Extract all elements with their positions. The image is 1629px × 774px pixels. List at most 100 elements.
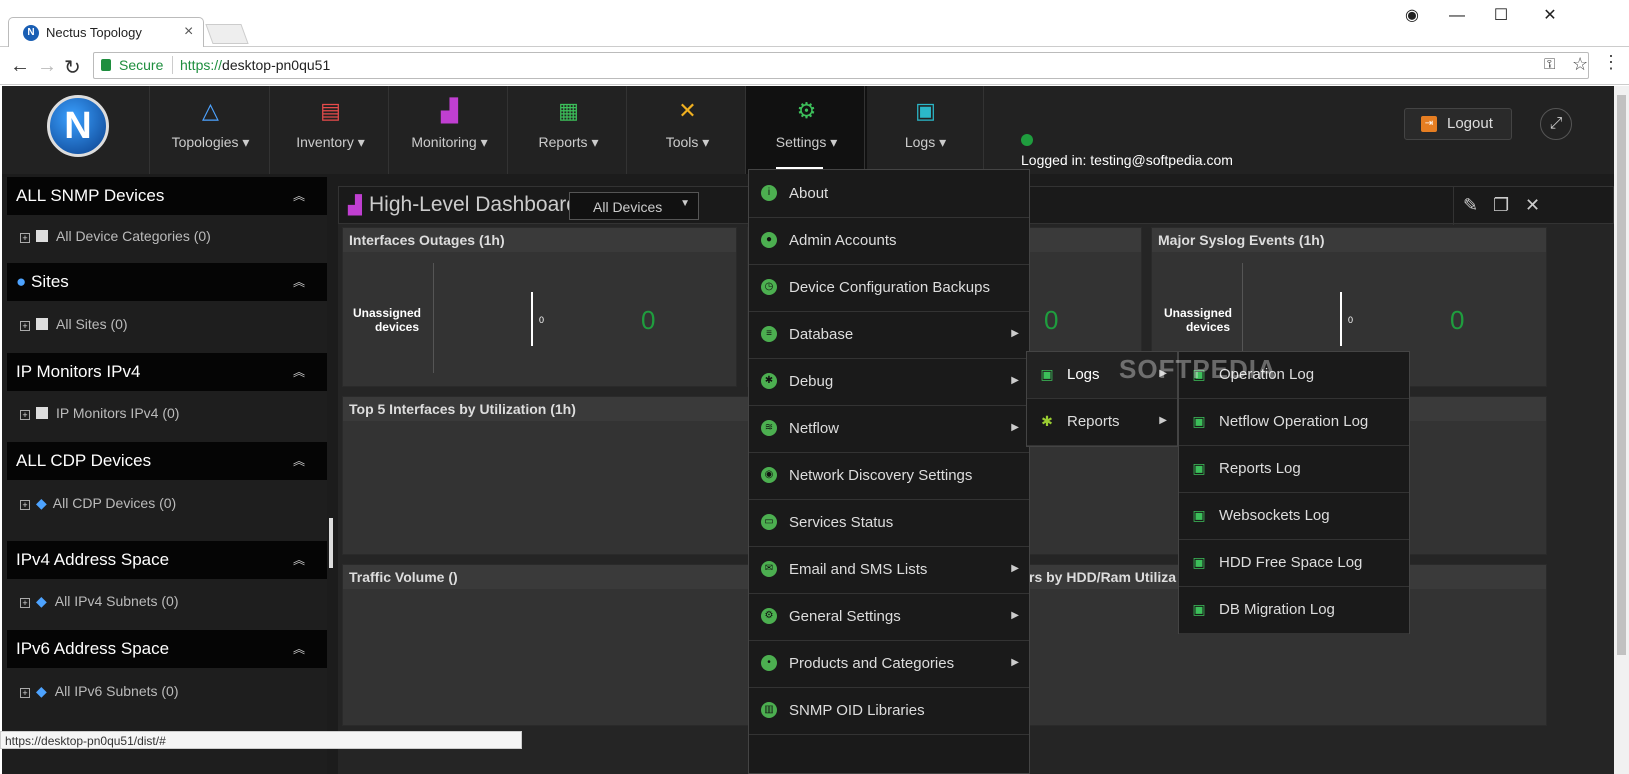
nav-reports[interactable]: ▦ Reports ▾ bbox=[507, 86, 629, 174]
sidebar-section-snmp[interactable]: ALL SNMP Devices ︽ bbox=[7, 177, 327, 215]
settings-menu-item[interactable]: ▭ Services Status bbox=[749, 500, 1029, 547]
sidebar-item-ipv6[interactable]: + ◆ All IPv6 Subnets (0) bbox=[20, 683, 179, 700]
sidebar-section-ipv4[interactable]: IPv4 Address Space ︽ bbox=[7, 541, 327, 579]
menu-label: Debug bbox=[789, 373, 834, 390]
nav-inventory[interactable]: ▤ Inventory ▾ bbox=[269, 86, 391, 174]
logs-submenu: ▣ Operation Log ▣ Netflow Operation Log ▣ Rep… bbox=[1178, 351, 1410, 634]
tab-close-icon[interactable]: × bbox=[184, 23, 193, 41]
close-window-icon[interactable]: ✕ bbox=[1530, 4, 1570, 28]
nav-topologies[interactable]: △ Topologies ▾ bbox=[149, 86, 271, 174]
menu-label: Device Configuration Backups bbox=[789, 279, 990, 296]
item-label: All Sites (0) bbox=[56, 316, 128, 332]
url-text: https://desktop-pn0qu51 bbox=[180, 57, 330, 73]
collapse-icon[interactable]: ︽ bbox=[293, 363, 305, 380]
close-icon[interactable]: ✕ bbox=[1525, 195, 1540, 216]
log-file-icon: ▣ bbox=[1192, 413, 1206, 429]
chevron-right-icon: ▶ bbox=[1159, 415, 1167, 426]
logs-menu-item[interactable]: ▣ DB Migration Log bbox=[1179, 587, 1409, 634]
pulse-icon: ▭ bbox=[761, 514, 777, 530]
new-tab-button[interactable] bbox=[205, 24, 249, 44]
fullscreen-icon[interactable]: ⤢ bbox=[1540, 108, 1572, 140]
divider bbox=[983, 86, 984, 174]
settings-menu: i About ● Admin Accounts ◷ Device Configurati… bbox=[748, 169, 1030, 774]
page-scrollbar-thumb[interactable] bbox=[1617, 95, 1626, 655]
settings-menu-item[interactable]: ◉ Network Discovery Settings bbox=[749, 453, 1029, 500]
device-filter-select[interactable]: All Devices ▼ bbox=[569, 192, 699, 220]
sidebar-section-ipv6[interactable]: IPv6 Address Space ︽ bbox=[7, 630, 327, 668]
forward-icon[interactable]: → bbox=[37, 55, 57, 78]
settings-menu-item[interactable]: ≋ Netflow ▶ bbox=[749, 406, 1029, 453]
sidebar-item-cdp[interactable]: + ◆ All CDP Devices (0) bbox=[20, 495, 176, 512]
settings-menu-item[interactable]: ✉ Email and SMS Lists ▶ bbox=[749, 547, 1029, 594]
collapse-icon[interactable]: ︽ bbox=[293, 187, 305, 204]
item-label: All Device Categories (0) bbox=[56, 228, 211, 244]
nav-label: Inventory ▾ bbox=[296, 134, 365, 150]
sidebar-item-ipv4[interactable]: + ◆ All IPv4 Subnets (0) bbox=[20, 593, 179, 610]
sidebar-item-sites[interactable]: + All Sites (0) bbox=[20, 316, 128, 332]
collapse-icon[interactable]: ︽ bbox=[293, 551, 305, 568]
sidebar-scrollbar[interactable] bbox=[329, 518, 333, 568]
debug-menu-reports[interactable]: ✱ Reports ▶ bbox=[1027, 399, 1177, 446]
settings-menu-item[interactable]: • Products and Categories ▶ bbox=[749, 641, 1029, 688]
tab-strip: N Nectus Topology × ◉ — ☐ ✕ bbox=[0, 0, 1629, 47]
menu-label: Admin Accounts bbox=[789, 232, 897, 249]
logs-menu-item[interactable]: ▣ Netflow Operation Log bbox=[1179, 399, 1409, 446]
menu-label: Email and SMS Lists bbox=[789, 561, 928, 578]
nav-monitoring[interactable]: ▟ Monitoring ▾ bbox=[388, 86, 510, 174]
nav-label: Reports ▾ bbox=[538, 134, 599, 150]
browser-menu-icon[interactable]: ⋮ bbox=[1602, 52, 1620, 73]
nectus-logo[interactable]: N bbox=[47, 95, 109, 157]
sidebar-section-ip-monitors[interactable]: IP Monitors IPv4 ︽ bbox=[7, 353, 327, 391]
nav-tools[interactable]: ✕ Tools ▾ bbox=[626, 86, 748, 174]
settings-menu-item[interactable]: ▥ SNMP OID Libraries bbox=[749, 688, 1029, 735]
reload-icon[interactable]: ↻ bbox=[64, 55, 81, 80]
nav-settings[interactable]: ⚙ Settings ▾ bbox=[745, 86, 867, 174]
window-icon[interactable]: ❐ bbox=[1493, 195, 1509, 216]
sidebar-item-ip-monitors[interactable]: + IP Monitors IPv4 (0) bbox=[20, 405, 179, 421]
expand-icon[interactable]: + bbox=[20, 688, 30, 698]
settings-menu-item[interactable]: ◷ Device Configuration Backups bbox=[749, 265, 1029, 312]
settings-menu-item[interactable]: ● Admin Accounts bbox=[749, 218, 1029, 265]
settings-menu-item[interactable]: ≡ Database ▶ bbox=[749, 312, 1029, 359]
logs-menu-item[interactable]: ▣ Websockets Log bbox=[1179, 493, 1409, 540]
expand-icon[interactable]: + bbox=[20, 233, 30, 243]
star-icon[interactable]: ☆ bbox=[1572, 54, 1588, 75]
collapse-icon[interactable]: ︽ bbox=[293, 273, 305, 290]
profile-icon[interactable]: ◉ bbox=[1392, 4, 1432, 28]
sidebar-section-sites[interactable]: ● Sites ︽ bbox=[7, 263, 327, 301]
logout-button[interactable]: ⇥ Logout bbox=[1404, 108, 1512, 140]
section-title: IP Monitors IPv4 bbox=[16, 362, 141, 381]
browser-tab[interactable]: N Nectus Topology × bbox=[8, 17, 204, 47]
nav-logs[interactable]: ▣ Logs ▾ bbox=[864, 86, 986, 174]
settings-menu-item[interactable]: ✱ Debug ▶ bbox=[749, 359, 1029, 406]
attach-icon[interactable]: ✎ bbox=[1463, 195, 1478, 216]
menu-label: Services Status bbox=[789, 514, 894, 531]
netflow-icon: ≋ bbox=[761, 420, 777, 436]
back-icon[interactable]: ← bbox=[10, 55, 30, 78]
expand-icon[interactable]: + bbox=[20, 410, 30, 420]
sidebar-section-cdp[interactable]: ALL CDP Devices ︽ bbox=[7, 442, 327, 480]
folder-icon bbox=[36, 407, 48, 419]
unassigned-label: Unassigned devices bbox=[353, 306, 422, 334]
omnibox[interactable]: Secure https://desktop-pn0qu51 ⚿ ☆ bbox=[93, 52, 1589, 79]
event-count: 0 bbox=[1044, 305, 1059, 335]
maximize-icon[interactable]: ☐ bbox=[1481, 4, 1521, 28]
collapse-icon[interactable]: ︽ bbox=[293, 452, 305, 469]
menu-label: Logs bbox=[1067, 366, 1100, 383]
settings-menu-item[interactable]: ⚙ General Settings ▶ bbox=[749, 594, 1029, 641]
logs-icon: ▣ bbox=[1040, 366, 1054, 382]
collapse-icon[interactable]: ︽ bbox=[293, 640, 305, 657]
logs-menu-item[interactable]: ▣ HDD Free Space Log bbox=[1179, 540, 1409, 587]
info-icon: i bbox=[761, 185, 777, 201]
expand-icon[interactable]: + bbox=[20, 321, 30, 331]
panel-title: Major Syslog Events (1h) bbox=[1152, 228, 1546, 252]
inventory-icon: ▤ bbox=[320, 98, 341, 123]
sidebar-item-device-categories[interactable]: + All Device Categories (0) bbox=[20, 228, 211, 244]
expand-icon[interactable]: + bbox=[20, 500, 30, 510]
minimize-icon[interactable]: — bbox=[1437, 4, 1477, 28]
key-icon[interactable]: ⚿ bbox=[1544, 56, 1555, 73]
nav-label: Tools ▾ bbox=[665, 134, 710, 150]
settings-menu-item[interactable]: i About bbox=[749, 171, 1029, 218]
logs-menu-item[interactable]: ▣ Reports Log bbox=[1179, 446, 1409, 493]
expand-icon[interactable]: + bbox=[20, 598, 30, 608]
